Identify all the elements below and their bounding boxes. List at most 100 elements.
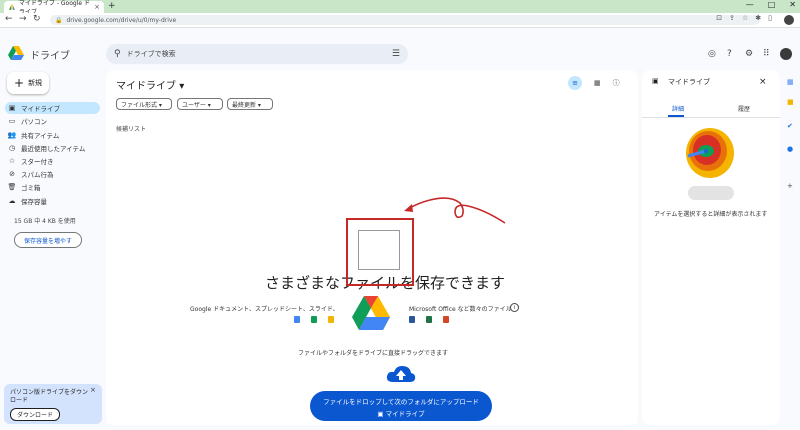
close-tab-icon[interactable]: × — [94, 3, 100, 11]
sidebar-item-recent[interactable]: ◷ 最近使用したアイテム — [5, 142, 100, 154]
spam-icon: ⊘ — [9, 170, 15, 178]
word-icon — [409, 316, 415, 323]
powerpoint-icon — [443, 316, 449, 323]
sidebar-item-label: スパム行為 — [21, 171, 54, 179]
close-promo-icon[interactable]: × — [90, 386, 96, 394]
download-button[interactable]: ダウンロード — [10, 408, 60, 421]
extensions-icon[interactable]: ✱ — [755, 14, 761, 22]
computer-icon: ▭ — [8, 117, 16, 125]
apps-grid-icon[interactable]: ⠿ — [763, 49, 770, 59]
ms-office-text: Microsoft Office など数々のファイル — [409, 306, 512, 313]
close-window-button[interactable]: ✕ — [789, 0, 796, 9]
tab-divider — [642, 117, 780, 118]
grid-view-icon[interactable]: ▦ — [594, 79, 601, 87]
sidebar-item-trash[interactable]: 🗑 ゴミ箱 — [5, 181, 100, 193]
install-icon[interactable]: ⊡ — [716, 14, 722, 22]
sidebar-item-label: 保存容量 — [21, 198, 47, 206]
folder-icon: ▣ — [377, 410, 384, 418]
storage-usage-text: 15 GB 中 4 KB を使用 — [14, 218, 76, 225]
offline-status-icon[interactable]: ◎ — [708, 49, 716, 59]
bookmark-star-icon[interactable]: ☆ — [742, 14, 748, 22]
window-controls: — □ ✕ — [746, 0, 796, 9]
sidepanel-icon[interactable]: ▯ — [768, 14, 772, 22]
excel-icon — [426, 316, 432, 323]
help-icon[interactable]: ? — [727, 49, 732, 59]
view-controls: ≡ ▦ ⓘ — [568, 76, 620, 90]
search-bar[interactable]: ⚲ ドライブで検索 ☰ — [106, 44, 408, 64]
annotation-arrow-icon — [404, 197, 506, 224]
filter-people-chip[interactable]: ユーザー ▾ — [177, 98, 223, 110]
lock-icon: 🔒 — [55, 16, 63, 24]
tasks-icon[interactable]: ✔ — [787, 122, 793, 130]
page-title[interactable]: マイドライブ ▾ — [116, 77, 184, 92]
sidebar-item-computers[interactable]: ▭ パソコン — [5, 115, 100, 127]
maximize-button[interactable]: □ — [768, 0, 776, 9]
sidebar-item-my-drive[interactable]: ▣ マイドライブ — [5, 102, 100, 114]
sidebar-item-starred[interactable]: ☆ スター付き — [5, 155, 100, 167]
sheets-icon — [311, 316, 317, 323]
new-tab-button[interactable]: + — [108, 1, 116, 11]
reload-icon[interactable]: ↻ — [33, 14, 41, 24]
search-options-icon[interactable]: ☰ — [392, 49, 400, 59]
my-drive-icon: ▣ — [8, 104, 16, 112]
browser-profile-avatar[interactable] — [784, 15, 794, 25]
new-button-label: 新規 — [28, 79, 43, 87]
search-icon[interactable]: ⚲ — [114, 49, 121, 59]
drive-logo-icon — [8, 46, 24, 60]
details-title: マイドライブ — [668, 78, 710, 86]
address-bar-actions: ⊡ ⇪ ☆ ✱ ▯ — [716, 14, 772, 22]
close-details-icon[interactable]: × — [759, 77, 767, 87]
browser-tab[interactable]: マイドライブ - Google ドライブ × — [4, 0, 104, 16]
add-addon-icon[interactable]: + — [787, 182, 793, 190]
sidebar-item-label: パソコン — [21, 118, 47, 126]
info-icon[interactable]: i — [510, 303, 519, 312]
filter-icon[interactable]: ≡ — [568, 76, 582, 90]
people-icon: 👥 — [7, 131, 17, 139]
get-more-storage-button[interactable]: 保存容量を増やす — [14, 232, 82, 248]
search-input[interactable]: ドライブで検索 — [127, 49, 176, 59]
forward-icon[interactable]: → — [19, 14, 27, 24]
url-text: drive.google.com/drive/u/0/my-drive — [66, 16, 177, 24]
address-bar[interactable]: 🔒 drive.google.com/drive/u/0/my-drive — [50, 15, 760, 25]
chevron-down-icon: ▾ — [179, 81, 185, 92]
minimize-button[interactable]: — — [746, 0, 754, 9]
cloud-icon: ☁ — [8, 197, 16, 205]
cloud-upload-icon — [386, 366, 416, 382]
filter-type-chip[interactable]: ファイル形式 ▾ — [116, 98, 172, 110]
upload-button-label: ファイルをドロップして次のフォルダにアップロード — [323, 398, 479, 406]
upload-destination: ▣ マイドライブ — [310, 408, 492, 418]
download-promo-text: パソコン版ドライブをダウンロード — [10, 389, 89, 404]
sidebar-item-storage[interactable]: ☁ 保存容量 — [5, 195, 100, 207]
my-drive-icon: ▣ — [652, 77, 659, 85]
filter-modified-chip[interactable]: 最終更新 ▾ — [227, 98, 273, 110]
keep-icon[interactable]: ■ — [787, 98, 794, 106]
sidebar-item-label: マイドライブ — [21, 105, 60, 113]
slides-icon — [328, 316, 334, 323]
sidebar-item-spam[interactable]: ⊘ スパム行為 — [5, 168, 100, 180]
google-docs-text: Google ドキュメント、スプレッドシート、スライド、 — [190, 306, 339, 313]
account-avatar[interactable] — [780, 48, 792, 60]
back-icon[interactable]: ← — [5, 14, 13, 24]
app-title[interactable]: ドライブ — [30, 47, 70, 62]
tab-activity[interactable]: 履歴 — [738, 104, 750, 113]
details-panel — [642, 70, 780, 425]
share-icon[interactable]: ⇪ — [729, 14, 735, 22]
tab-details[interactable]: 詳細 — [672, 104, 684, 113]
contacts-icon[interactable]: ● — [787, 145, 793, 153]
new-button[interactable]: + 新規 — [7, 72, 49, 94]
upload-drop-button[interactable]: ファイルをドロップして次のフォルダにアップロード ▣ マイドライブ — [310, 391, 492, 421]
browser-tab-bar — [0, 0, 800, 13]
page-title-text: マイドライブ — [116, 81, 176, 92]
sidebar-item-shared[interactable]: 👥 共有アイテム — [5, 129, 100, 141]
drag-drop-hint: ファイルやフォルダをドライブに直接ドラッグできます — [298, 350, 449, 357]
clock-icon: ◷ — [8, 144, 16, 152]
suggested-list-label: 候補リスト — [116, 126, 147, 133]
star-icon: ☆ — [8, 157, 16, 165]
upload-destination-label: マイドライブ — [385, 410, 425, 418]
calendar-icon[interactable]: ▦ — [787, 78, 794, 86]
settings-gear-icon[interactable]: ⚙ — [745, 49, 753, 59]
sidebar-item-label: スター付き — [21, 158, 54, 166]
drive-large-logo-icon — [352, 296, 390, 330]
sidebar-item-label: ゴミ箱 — [21, 184, 41, 192]
info-icon[interactable]: ⓘ — [613, 78, 620, 88]
